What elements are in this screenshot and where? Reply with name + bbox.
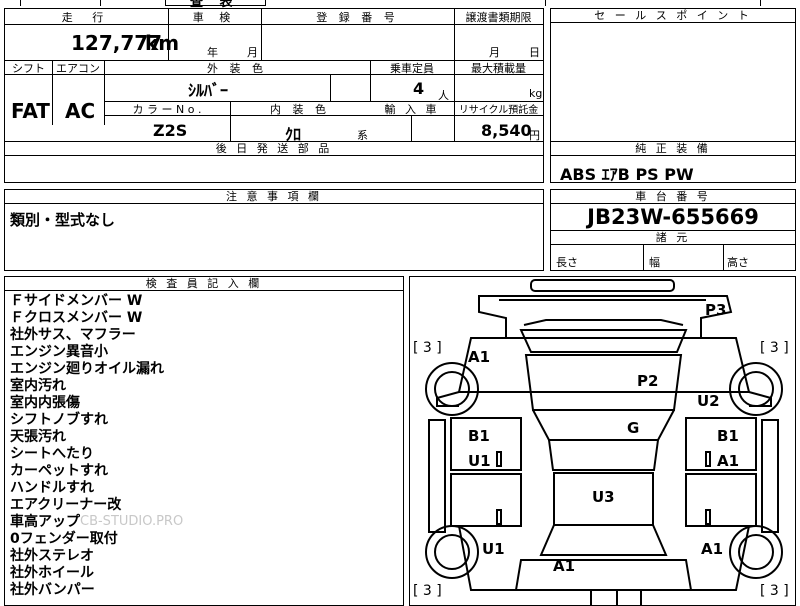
inspector-item: 社外バンパー xyxy=(10,582,95,598)
damage-code-b1-left: B1 xyxy=(468,427,490,445)
damage-code-u1-rear-left: U1 xyxy=(482,540,505,558)
sales-point-header: セ ー ル ス ポ イ ン ト xyxy=(551,9,795,23)
tire-tread-front-right: [ 3 ] xyxy=(760,340,789,356)
vehicle-info-grid: 走 行 車 検 登 録 番 号 譲渡書類期限 127,777 km 年 月 月 … xyxy=(4,8,544,144)
inspector-item: Ｆサイドメンバー W xyxy=(10,293,143,309)
registration-header: 登 録 番 号 xyxy=(316,11,399,24)
later-parts-box: 後 日 発 送 部 品 xyxy=(4,141,544,183)
damage-code-u1-left: U1 xyxy=(468,452,491,470)
tire-tread-rear-right: [ 3 ] xyxy=(760,583,789,599)
inspection-month-label: 月 xyxy=(247,46,258,59)
length-label: 長さ xyxy=(556,256,578,269)
shift-header: シフト xyxy=(12,62,45,75)
width-label: 幅 xyxy=(649,256,660,269)
equipment-box: 純 正 装 備 ABS ｴｱB PS PW xyxy=(550,141,796,184)
inspector-item: ハンドルすれ xyxy=(10,480,94,496)
mileage-header: 走 行 xyxy=(61,11,112,24)
equipment-value: ABS ｴｱB PS PW xyxy=(560,165,694,184)
inspector-item: カーペットすれ xyxy=(10,463,108,479)
transfer-header: 譲渡書類期限 xyxy=(465,11,532,24)
inspector-item: エンジン異音小 xyxy=(10,344,108,360)
aircon-value: AC xyxy=(65,99,96,123)
tire-tread-front-left: [ 3 ] xyxy=(413,340,442,356)
car-diagram: [ 3 ] [ 3 ] [ 3 ] [ 3 ] P3 A1 P2 U2 G B1… xyxy=(409,276,796,606)
height-label: 高さ xyxy=(727,256,749,269)
inspector-item: 室内汚れ xyxy=(10,378,66,394)
transfer-day-label: 日 xyxy=(529,46,540,59)
inspector-item: 社外ステレオ xyxy=(10,548,94,564)
notes-box: 注 意 事 項 欄 類別・型式なし xyxy=(4,189,544,271)
equipment-header: 純 正 装 備 xyxy=(551,142,795,156)
inspector-item: Ｆクロスメンバー W xyxy=(10,310,143,326)
inspector-header: 検 査 員 記 入 欄 xyxy=(5,277,403,291)
capacity-header: 乗車定員 xyxy=(390,62,434,75)
damage-code-a1-rear: A1 xyxy=(553,557,576,575)
chassis-header: 車 台 番 号 xyxy=(551,190,795,204)
later-parts-header: 後 日 発 送 部 品 xyxy=(5,142,543,156)
inspector-item: 社外サス、マフラー xyxy=(10,327,136,343)
damage-code-u3: U3 xyxy=(592,488,615,506)
mileage-unit: km xyxy=(145,31,180,55)
chassis-box: 車 台 番 号 JB23W-655669 諸 元 長さ 幅 高さ xyxy=(550,189,796,271)
notes-value: 類別・型式なし xyxy=(10,211,116,229)
inspector-item: シフトノブすれ xyxy=(10,412,108,428)
inspector-item: 室内内張傷 xyxy=(10,395,80,411)
inspection-year-label: 年 xyxy=(207,46,218,59)
inspector-item: 社外ホイール xyxy=(10,565,94,581)
inspector-item: シートへたり xyxy=(10,446,94,462)
inspector-item: エンジン廻りオイル漏れ xyxy=(10,361,164,377)
recycle-value: 8,540 xyxy=(481,121,532,140)
damage-code-g: G xyxy=(627,419,640,437)
shift-value: FAT xyxy=(11,99,50,123)
recycle-header: リサイクル預託金 xyxy=(458,105,539,116)
transfer-month-label: 月 xyxy=(489,46,500,59)
import-header: 輸 入 車 xyxy=(384,103,440,116)
max-load-unit: kg xyxy=(529,87,543,100)
top-strip: 査 表 xyxy=(0,0,800,10)
inspector-item: 天張汚れ xyxy=(10,429,66,445)
inspection-header: 車 検 xyxy=(192,11,237,24)
damage-code-a1-rear-right: A1 xyxy=(701,540,724,558)
color-no-header: カ ラ ー N o . xyxy=(132,103,202,116)
watermark: CB-STUDIO.PRO xyxy=(80,514,184,529)
aircon-header: エアコン xyxy=(56,62,100,75)
damage-code-b1-right: B1 xyxy=(717,427,739,445)
tire-tread-rear-left: [ 3 ] xyxy=(413,583,442,599)
exterior-color-value: ｼﾙﾊﾞｰ xyxy=(188,81,229,100)
capacity-value: 4 xyxy=(413,79,425,98)
color-no-value: Z2S xyxy=(153,121,188,140)
chassis-value: JB23W-655669 xyxy=(587,205,759,229)
dimensions-header: 諸 元 xyxy=(551,231,795,245)
inspector-item: エアクリーナー改 xyxy=(10,497,122,513)
inspector-item: 0フェンダー取付 xyxy=(10,531,118,547)
damage-code-p2: P2 xyxy=(637,372,659,390)
interior-color-header: 内 装 色 xyxy=(270,103,330,116)
exterior-color-header: 外 装 色 xyxy=(207,62,267,75)
damage-code-a1-front-left: A1 xyxy=(468,348,491,366)
sales-point-box: セ ー ル ス ポ イ ン ト xyxy=(550,8,796,142)
damage-code-p3: P3 xyxy=(705,301,727,319)
max-load-header: 最大積載量 xyxy=(471,62,526,75)
damage-code-u2: U2 xyxy=(697,392,720,410)
damage-code-a1-right: A1 xyxy=(717,452,740,470)
inspector-items: Ｆサイドメンバー W Ｆクロスメンバー W 社外サス、マフラー エンジン異音小 … xyxy=(10,293,164,599)
notes-header: 注 意 事 項 欄 xyxy=(5,190,543,204)
